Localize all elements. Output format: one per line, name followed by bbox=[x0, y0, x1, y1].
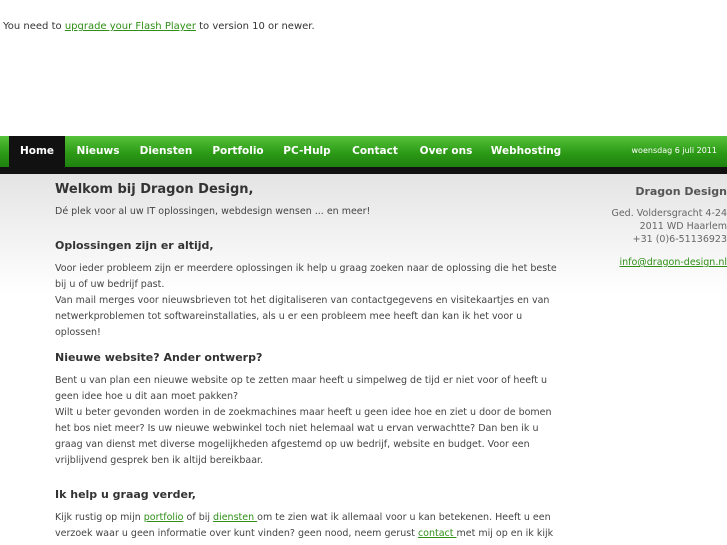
nav-item-contact[interactable]: Contact bbox=[346, 136, 404, 167]
nav-item-webhosting[interactable]: Webhosting bbox=[486, 136, 566, 167]
nav-item-over-ons[interactable]: Over ons bbox=[413, 136, 479, 167]
section-heading-website: Nieuwe website? Ander ontwerp? bbox=[55, 351, 263, 364]
flash-notice: You need to upgrade your Flash Player to… bbox=[3, 21, 315, 32]
nav-item-diensten[interactable]: Diensten bbox=[133, 136, 199, 167]
diensten-link[interactable]: diensten bbox=[213, 512, 257, 523]
help-text-2: of bij bbox=[183, 512, 214, 523]
section-heading-solutions: Oplossingen zijn er altijd, bbox=[55, 239, 214, 252]
sidebar-address-1: Ged. Voldersgracht 4-24 bbox=[611, 208, 727, 219]
nav-bottom-bar bbox=[0, 167, 727, 174]
upgrade-flash-link[interactable]: upgrade your Flash Player bbox=[65, 21, 196, 32]
solutions-paragraph-2: Van mail merges voor nieuwsbrieven tot h… bbox=[55, 295, 550, 338]
sidebar-email-link[interactable]: info@dragon-design.nl bbox=[619, 257, 727, 268]
intro-text: Dé plek voor al uw IT oplossingen, webde… bbox=[55, 206, 371, 217]
flash-notice-suffix: to version 10 or newer. bbox=[195, 21, 315, 32]
contact-link[interactable]: contact bbox=[418, 528, 457, 539]
solutions-paragraph-1: Voor ieder probleem zijn er meerdere opl… bbox=[55, 263, 557, 290]
page-title: Welkom bij Dragon Design, bbox=[55, 182, 254, 197]
help-text-4: met mij op en ik kijk bbox=[456, 528, 554, 539]
help-text-1: Kijk rustig op mijn bbox=[55, 512, 144, 523]
sidebar-phone: +31 (0)6-51136923 bbox=[632, 234, 727, 245]
portfolio-link[interactable]: portfolio bbox=[144, 512, 184, 523]
website-paragraph-1: Bent u van plan een nieuwe website op te… bbox=[55, 375, 548, 402]
website-paragraph-2: Wilt u beter gevonden worden in de zoekm… bbox=[55, 407, 552, 466]
nav-item-pc-hulp[interactable]: PC-Hulp bbox=[278, 136, 336, 167]
flash-notice-prefix: You need to bbox=[3, 21, 65, 32]
section-heading-help: Ik help u graag verder, bbox=[55, 488, 196, 501]
help-paragraph: Kijk rustig op mijn portfolio of bij die… bbox=[55, 510, 565, 542]
current-date: woensdag 6 juli 2011 bbox=[631, 146, 717, 155]
main-nav: Home Nieuws Diensten Portfolio PC-Hulp C… bbox=[0, 136, 727, 174]
sidebar-address-2: 2011 WD Haarlem bbox=[639, 221, 727, 232]
nav-item-portfolio[interactable]: Portfolio bbox=[206, 136, 270, 167]
nav-item-nieuws[interactable]: Nieuws bbox=[69, 136, 127, 167]
sidebar-company-name: Dragon Design bbox=[635, 185, 727, 198]
sidebar-contact: Dragon Design Ged. Voldersgracht 4-24 20… bbox=[567, 185, 727, 269]
